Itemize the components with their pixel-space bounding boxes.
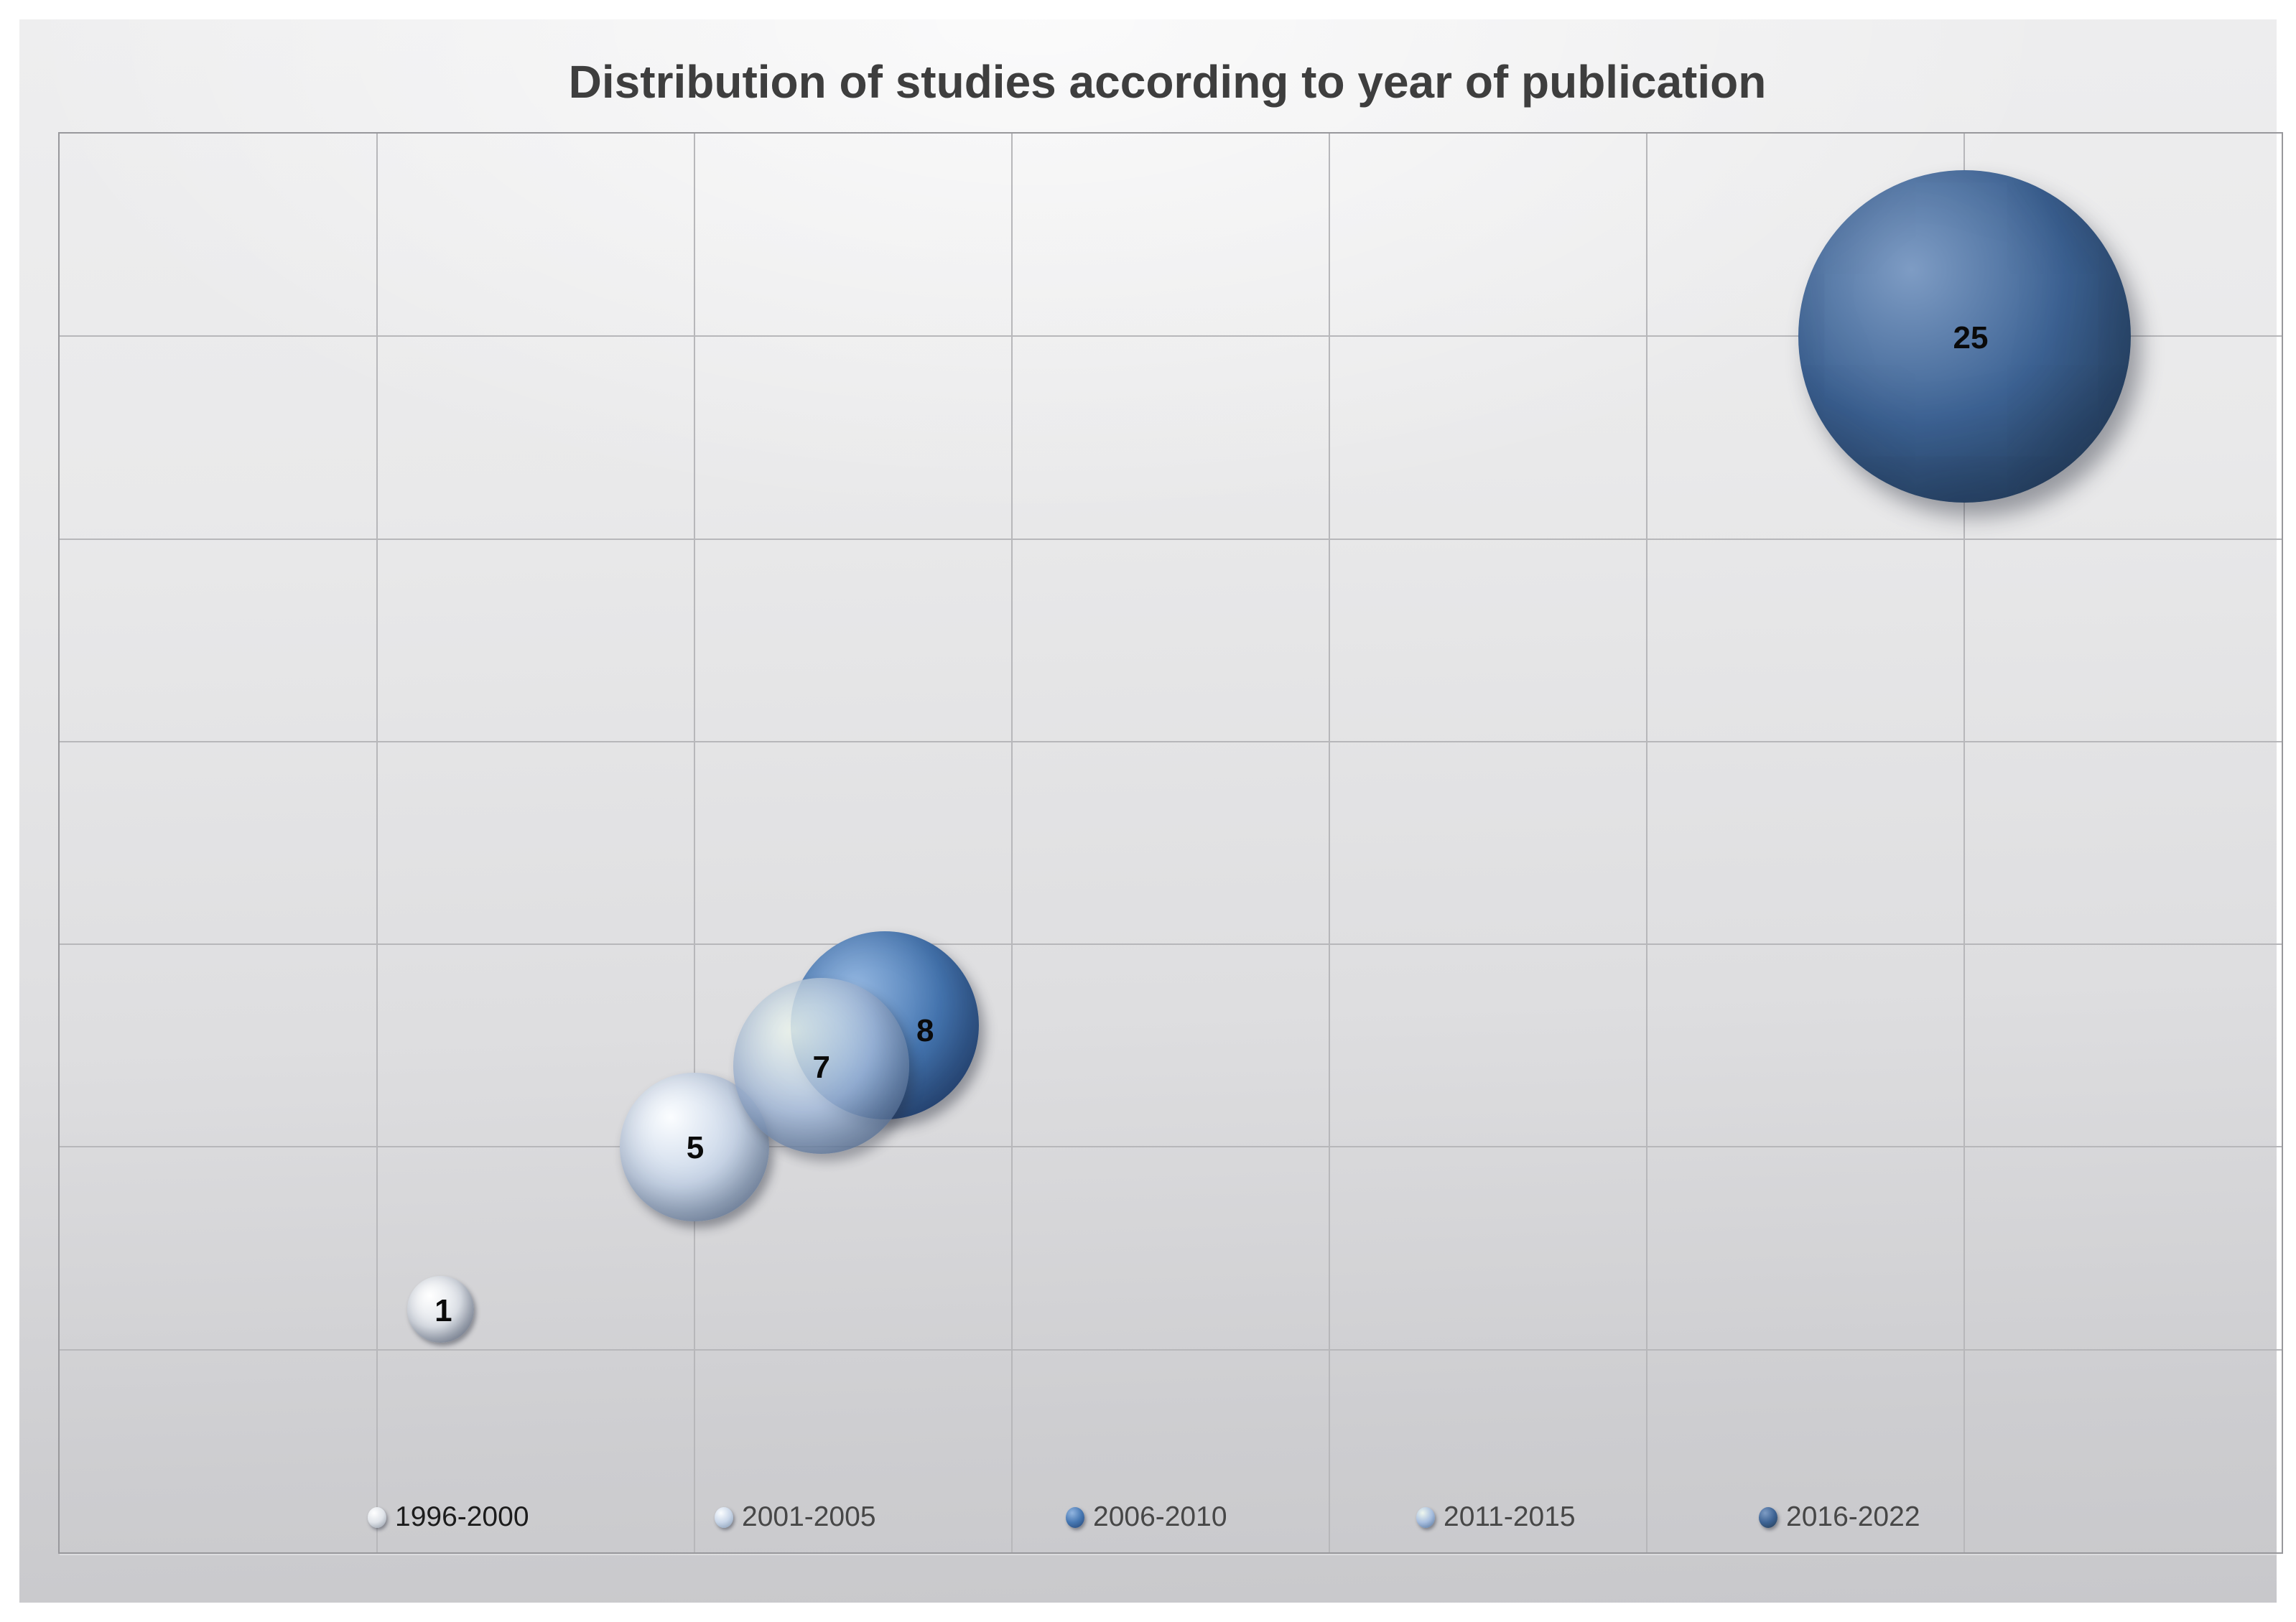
legend-item-label: 2016-2022 xyxy=(1786,1501,1920,1532)
legend-item-2006-2010: 2006-2010 xyxy=(1066,1501,1227,1533)
legend-item-2001-2005: 2001-2005 xyxy=(715,1501,876,1533)
legend-bubble-marker-icon xyxy=(715,1506,733,1528)
legend-item-2011-2015: 2011-2015 xyxy=(1416,1501,1576,1533)
legend-bubble-marker-icon xyxy=(1066,1506,1084,1528)
legend-bubble-marker-icon xyxy=(1759,1506,1777,1528)
legend-item-label: 1996-2000 xyxy=(395,1501,529,1532)
chart-panel: Distribution of studies according to yea… xyxy=(19,19,2283,1603)
legend-item-2016-2022: 2016-2022 xyxy=(1759,1501,1920,1533)
legend-item-label: 2006-2010 xyxy=(1093,1501,1227,1532)
legend: 1996-2000 2001-2005 2006-2010 2011-2015 2016… xyxy=(19,19,2277,1603)
legend-bubble-marker-icon xyxy=(1416,1506,1435,1528)
legend-item-label: 2011-2015 xyxy=(1444,1501,1576,1532)
legend-bubble-marker-icon xyxy=(368,1506,386,1528)
legend-item-1996-2000: 1996-2000 xyxy=(368,1501,529,1533)
legend-item-label: 2001-2005 xyxy=(742,1501,876,1532)
